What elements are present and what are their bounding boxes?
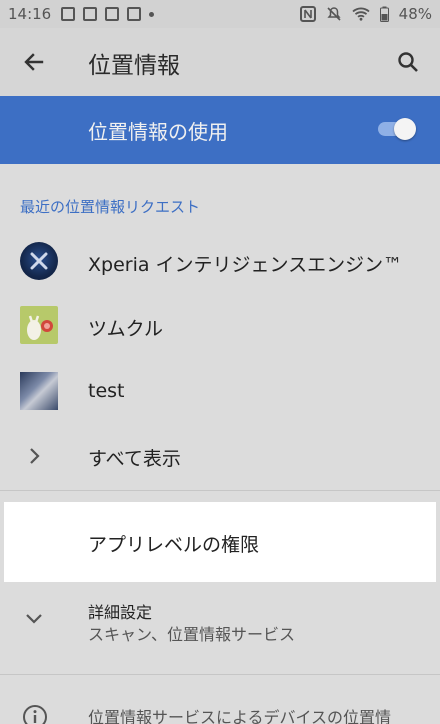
image-icon xyxy=(61,7,76,21)
battery-level: 48% xyxy=(398,5,432,23)
back-button[interactable] xyxy=(20,48,48,76)
battery-icon xyxy=(379,6,389,22)
footer-info: 位置情報サービスによるデバイスの位置情 xyxy=(0,700,440,724)
app-bar: 位置情報 xyxy=(0,28,440,96)
advanced-title: 詳細設定 xyxy=(88,603,153,622)
search-icon xyxy=(398,52,418,72)
xperia-icon xyxy=(20,242,58,280)
app-name: test xyxy=(88,380,125,402)
toggle-thumb xyxy=(394,118,416,140)
divider xyxy=(0,674,440,675)
app-level-permissions-label: アプリレベルの権限 xyxy=(88,534,260,556)
location-switch-label: 位置情報の使用 xyxy=(88,120,228,144)
recent-requests-header: 最近の位置情報リクエスト xyxy=(20,198,201,216)
wifi-icon xyxy=(352,7,370,21)
app-level-permissions-item[interactable]: アプリレベルの権限 xyxy=(4,502,436,582)
tsumukuru-icon xyxy=(20,306,58,344)
app-name: Xperia インテリジェンスエンジン™ xyxy=(88,254,403,276)
notification-icons xyxy=(61,7,155,21)
info-icon xyxy=(23,705,47,724)
arrow-left-icon xyxy=(24,53,44,71)
app-name: ツムクル xyxy=(88,318,164,340)
mail-icon xyxy=(83,7,98,21)
footer-info-text: 位置情報サービスによるデバイスの位置情 xyxy=(88,708,392,724)
advanced-summary: スキャン、位置情報サービス xyxy=(88,625,296,644)
location-toggle[interactable] xyxy=(376,118,416,140)
app-icon xyxy=(127,7,142,21)
system-icons: 48% xyxy=(299,5,432,23)
nfc-icon xyxy=(299,6,316,22)
divider xyxy=(0,490,440,491)
recent-app-row-tsumukuru[interactable]: ツムクル xyxy=(0,294,440,358)
recent-app-row-xperia[interactable]: Xperia インテリジェンスエンジン™ xyxy=(0,228,440,292)
mail-icon xyxy=(105,7,120,21)
search-button[interactable] xyxy=(394,48,422,76)
chevron-right-icon xyxy=(30,448,40,464)
status-time: 14:16 xyxy=(8,5,52,23)
mute-icon xyxy=(327,7,341,21)
chevron-down-icon xyxy=(26,614,42,624)
advanced-settings-item[interactable]: 詳細設定 スキャン、位置情報サービス xyxy=(0,590,440,670)
test-app-icon xyxy=(20,372,58,410)
dot-icon xyxy=(149,11,155,17)
location-master-switch-bar[interactable]: 位置情報の使用 xyxy=(0,96,440,164)
page-title: 位置情報 xyxy=(88,53,180,79)
status-bar: 14:16 48% xyxy=(0,0,440,28)
recent-app-row-test[interactable]: test xyxy=(0,360,440,424)
see-all-button[interactable]: すべて表示 xyxy=(88,444,181,471)
